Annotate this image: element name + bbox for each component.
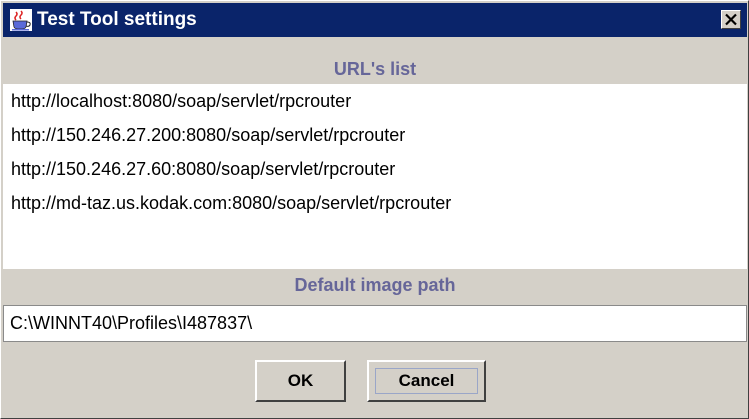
- close-icon: [725, 13, 737, 26]
- default-image-path-input[interactable]: [3, 305, 747, 342]
- title-bar[interactable]: Test Tool settings: [3, 3, 747, 37]
- url-list-header: URL's list: [333, 59, 417, 79]
- url-list-item[interactable]: http://150.246.27.60:8080/soap/servlet/r…: [3, 152, 747, 186]
- url-list-item[interactable]: http://localhost:8080/soap/servlet/rpcro…: [3, 84, 747, 118]
- url-list-item[interactable]: http://md-taz.us.kodak.com:8080/soap/ser…: [3, 186, 747, 220]
- url-list[interactable]: http://localhost:8080/soap/servlet/rpcro…: [3, 84, 747, 269]
- close-button[interactable]: [721, 10, 741, 29]
- settings-dialog: Test Tool settings URL's list http://loc…: [0, 0, 749, 419]
- ok-button[interactable]: OK: [255, 360, 346, 402]
- cancel-button-label: Cancel: [398, 371, 455, 390]
- window-title: Test Tool settings: [37, 9, 197, 30]
- cancel-button[interactable]: Cancel: [367, 360, 486, 402]
- java-cup-icon: [10, 9, 32, 31]
- ok-button-label: OK: [287, 371, 314, 390]
- default-image-path-header: Default image path: [294, 275, 456, 295]
- url-list-item[interactable]: http://150.246.27.200:8080/soap/servlet/…: [3, 118, 747, 152]
